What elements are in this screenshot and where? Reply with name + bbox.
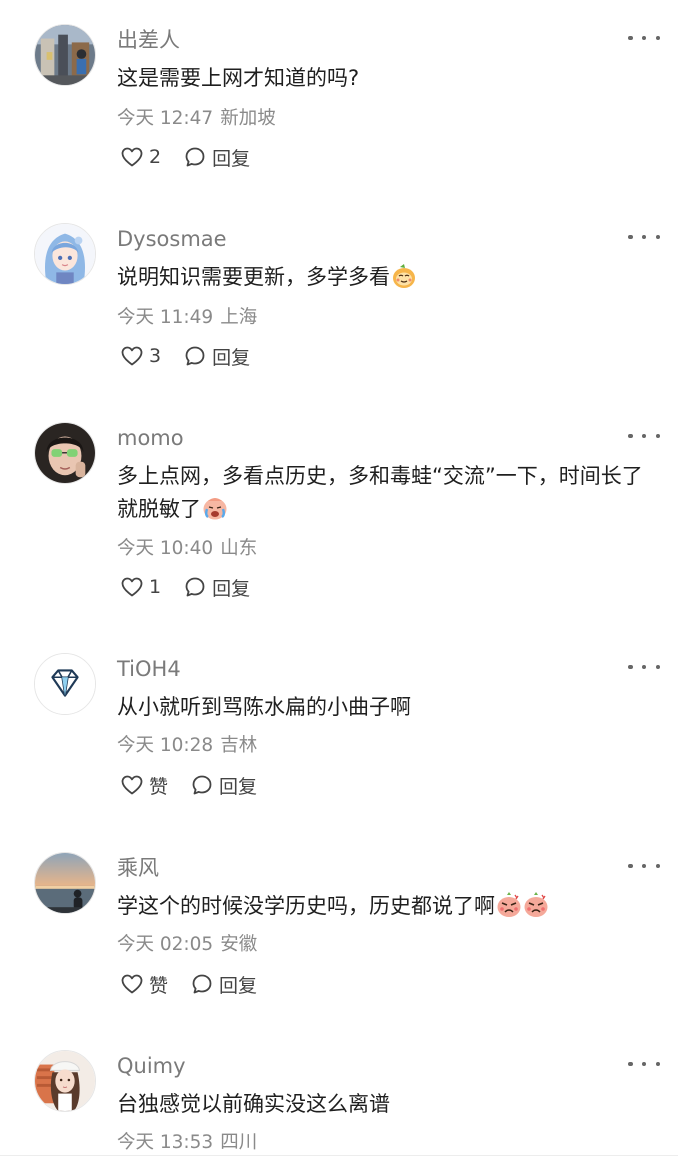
reply-button[interactable]: 回复	[183, 574, 250, 601]
like-count: 3	[149, 345, 162, 367]
more-options-icon[interactable]	[628, 1054, 660, 1074]
like-label: 赞	[149, 974, 169, 997]
avatar-street-photo-icon	[35, 25, 95, 85]
reply-button[interactable]: 回复	[190, 772, 257, 799]
more-options-icon[interactable]	[628, 227, 660, 247]
avatar-sunset-beach-icon	[35, 853, 95, 913]
reply-label: 回复	[219, 775, 258, 798]
timestamp: 今天 10:28	[117, 735, 214, 756]
comment-text: 说明知识需要更新，多学多看	[117, 261, 662, 294]
location: 吉林	[220, 735, 258, 756]
more-options-icon[interactable]	[628, 426, 660, 446]
comment-item: 乘风 学这个的时候没学历史吗，历史都说了啊 今天 02:05 安徽 赞 回复	[0, 828, 678, 1028]
comment-text: 从小就听到骂陈水扁的小曲子啊	[117, 695, 411, 719]
avatar-anime-girl-blue-hair-icon	[35, 224, 95, 284]
comment-actions: 2 回复	[120, 143, 250, 171]
comment-text: 台独感觉以前确实没这么离谱	[117, 1092, 390, 1116]
angry-face-emoji	[524, 892, 548, 917]
crying-face-emoji	[203, 498, 227, 520]
comment-meta: 今天 11:49 上海	[117, 306, 257, 330]
heart-icon	[121, 577, 143, 597]
timestamp: 今天 12:47	[117, 108, 214, 129]
comment-item: Dysosmae 说明知识需要更新，多学多看 今天 11:49 上海 3 回复	[0, 199, 678, 399]
comment-meta: 今天 13:53 四川	[117, 1131, 257, 1155]
like-count: 2	[149, 146, 162, 168]
username[interactable]: 出差人	[117, 27, 180, 53]
username[interactable]: Quimy	[117, 1053, 186, 1079]
timestamp: 今天 11:49	[117, 307, 214, 328]
comment-text: 学这个的时候没学历史吗，历史都说了啊	[117, 890, 662, 923]
comment-actions: 赞 回复	[120, 771, 257, 799]
reply-label: 回复	[212, 577, 251, 600]
angry-face-emoji	[497, 892, 521, 917]
like-count: 1	[149, 576, 162, 598]
avatar[interactable]	[34, 653, 96, 715]
avatar[interactable]	[34, 24, 96, 86]
username[interactable]: Dysosmae	[117, 226, 227, 252]
comment-meta: 今天 10:40 山东	[117, 537, 257, 561]
more-options-icon[interactable]	[628, 28, 660, 48]
timestamp: 今天 02:05	[117, 934, 214, 955]
comment-bubble-icon	[185, 147, 205, 167]
avatar[interactable]	[34, 223, 96, 285]
comment-item: Quimy 台独感觉以前确实没这么离谱 今天 13:53 四川	[0, 1026, 678, 1162]
comment-meta: 今天 10:28 吉林	[117, 734, 257, 758]
avatar[interactable]	[34, 1050, 96, 1112]
heart-icon	[121, 775, 143, 795]
reply-label: 回复	[212, 346, 251, 369]
avatar[interactable]	[34, 852, 96, 914]
comment-text: 这是需要上网才知道的吗?	[117, 66, 360, 90]
username[interactable]: 乘风	[117, 855, 159, 881]
heart-icon	[121, 147, 143, 167]
comment-bubble-icon	[192, 974, 212, 994]
like-button[interactable]: 赞	[120, 772, 168, 799]
comment-bubble-icon	[192, 775, 212, 795]
like-button[interactable]: 赞	[120, 971, 168, 998]
username[interactable]: TiOH4	[117, 656, 181, 682]
like-label: 赞	[149, 775, 169, 798]
divider	[0, 1155, 678, 1156]
location: 上海	[220, 307, 258, 328]
like-button[interactable]: 2	[120, 145, 161, 169]
comment-actions: 赞 回复	[120, 970, 257, 998]
username[interactable]: momo	[117, 425, 184, 451]
more-options-icon[interactable]	[628, 657, 660, 677]
reply-button[interactable]: 回复	[190, 971, 257, 998]
comment-meta: 今天 02:05 安徽	[117, 933, 257, 957]
comment-actions: 1 回复	[120, 573, 250, 601]
reply-button[interactable]: 回复	[183, 343, 250, 370]
comment-bubble-icon	[185, 577, 205, 597]
avatar-diamond-icon	[35, 654, 95, 714]
comment-actions: 3 回复	[120, 342, 250, 370]
comment-item: 出差人 这是需要上网才知道的吗? 今天 12:47 新加坡 2 回复	[0, 0, 678, 200]
like-button[interactable]: 3	[120, 344, 161, 368]
reply-label: 回复	[212, 147, 251, 170]
timestamp: 今天 10:40	[117, 538, 214, 559]
timestamp: 今天 13:53	[117, 1132, 214, 1153]
comment-list: 出差人 这是需要上网才知道的吗? 今天 12:47 新加坡 2 回复 Dysos…	[0, 0, 678, 1162]
comment-item: momo 多上点网，多看点历史，多和毒蛙“交流”一下，时间长了就脱敏了 今天 1…	[0, 398, 678, 630]
location: 新加坡	[220, 108, 276, 129]
reply-button[interactable]: 回复	[183, 144, 250, 171]
heart-icon	[121, 346, 143, 366]
location: 四川	[220, 1132, 258, 1153]
avatar-person-green-glasses-icon	[35, 423, 95, 483]
heart-icon	[121, 974, 143, 994]
comment-text: 多上点网，多看点历史，多和毒蛙“交流”一下，时间长了就脱敏了	[117, 464, 643, 521]
avatar-girl-white-hat-icon	[35, 1051, 95, 1111]
comment-item: TiOH4 从小就听到骂陈水扁的小曲子啊 今天 10:28 吉林 赞 回复	[0, 629, 678, 829]
comment-bubble-icon	[185, 346, 205, 366]
location: 安徽	[220, 934, 258, 955]
more-options-icon[interactable]	[628, 856, 660, 876]
location: 山东	[220, 538, 258, 559]
smug-face-emoji	[393, 264, 415, 288]
avatar[interactable]	[34, 422, 96, 484]
reply-label: 回复	[219, 974, 258, 997]
like-button[interactable]: 1	[120, 575, 161, 599]
comment-meta: 今天 12:47 新加坡	[117, 107, 276, 131]
